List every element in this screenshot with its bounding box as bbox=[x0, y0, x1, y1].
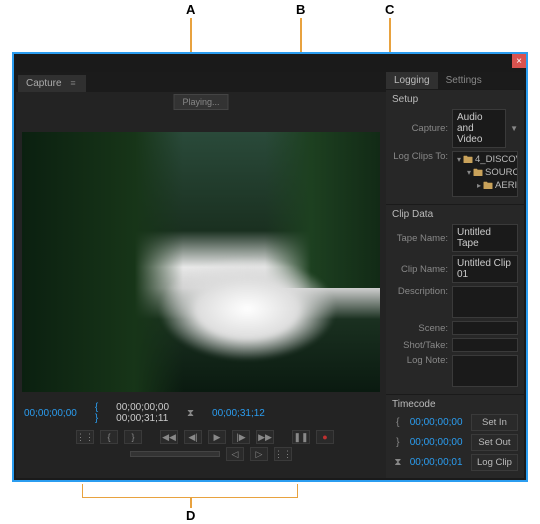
out-brace-icon: } bbox=[392, 437, 404, 448]
timecode-title: Timecode bbox=[392, 399, 518, 410]
tc-in[interactable]: 00;00;00;00 bbox=[116, 402, 169, 413]
clipdata-title: Clip Data bbox=[392, 209, 518, 220]
callout-A: A bbox=[186, 2, 195, 17]
callout-B: B bbox=[296, 2, 305, 17]
tc-in-value[interactable]: 00;00;00;00 bbox=[410, 417, 465, 428]
record-btn[interactable]: ● bbox=[316, 430, 334, 444]
jog-right-btn[interactable]: ▷ bbox=[250, 447, 268, 461]
tape-name-input[interactable]: Untitled Tape bbox=[452, 224, 518, 252]
close-button[interactable]: × bbox=[512, 54, 526, 68]
set-in-button[interactable]: Set In bbox=[471, 414, 518, 431]
left-tab-bar: Capture ≡ bbox=[16, 72, 386, 92]
setup-title: Setup bbox=[392, 94, 518, 105]
tab-settings[interactable]: Settings bbox=[438, 72, 490, 89]
play-btn[interactable]: ▶ bbox=[208, 430, 226, 444]
project-tree[interactable]: ▾🖿4_DISCOVERY.prproj ▾🖿SOURCE ▸🖿AERIAL bbox=[452, 151, 518, 197]
slate-icon[interactable]: ⋮⋮ bbox=[76, 430, 94, 444]
tc-brace-out: } bbox=[95, 413, 98, 424]
callout-D: D bbox=[186, 508, 195, 523]
callout-line-D bbox=[190, 498, 192, 508]
shot-take-input[interactable] bbox=[452, 338, 518, 352]
tab-capture[interactable]: Capture ≡ bbox=[18, 75, 86, 92]
description-label: Description: bbox=[392, 286, 448, 297]
tc-duration[interactable]: 00;00;31;12 bbox=[212, 408, 265, 419]
tc-out-value[interactable]: 00;00;00;00 bbox=[410, 437, 465, 448]
tc-dur-icon: ⧗ bbox=[187, 408, 194, 419]
tc-current[interactable]: 00;00;00;00 bbox=[24, 408, 77, 419]
tab-logging[interactable]: Logging bbox=[386, 72, 438, 89]
tree-child-1: SOURCE bbox=[485, 167, 518, 179]
capture-label: Capture: bbox=[392, 123, 448, 134]
set-in-btn[interactable]: { bbox=[100, 430, 118, 444]
clip-name-label: Clip Name: bbox=[392, 264, 448, 275]
timecode-strip: 00;00;00;00 { } 00;00;00;00 00;00;31;11 … bbox=[16, 396, 386, 428]
tab-capture-label: Capture bbox=[26, 78, 62, 89]
log-clip-button[interactable]: Log Clip bbox=[471, 454, 518, 471]
right-tab-bar: Logging Settings bbox=[386, 72, 524, 89]
section-setup: Setup Capture: Audio and Video ▼ Log Cli… bbox=[386, 89, 524, 204]
logging-pane: Logging Settings Setup Capture: Audio an… bbox=[386, 72, 524, 478]
dur-icon: ⧗ bbox=[392, 457, 404, 468]
log-note-input[interactable] bbox=[452, 355, 518, 387]
pause-btn[interactable]: ❚❚ bbox=[292, 430, 310, 444]
step-back-btn[interactable]: ◀| bbox=[184, 430, 202, 444]
tape-name-label: Tape Name: bbox=[392, 233, 448, 244]
log-note-label: Log Note: bbox=[392, 355, 448, 366]
shuttle-icon[interactable]: ⋮⋮ bbox=[274, 447, 292, 461]
tc-brace-in: { bbox=[95, 402, 98, 413]
step-fwd-btn[interactable]: |▶ bbox=[232, 430, 250, 444]
capture-preview-pane: Capture ≡ Playing... 00;00;00;00 { } bbox=[16, 72, 386, 478]
chevron-down-icon: ▼ bbox=[510, 124, 518, 133]
tree-root: 4_DISCOVERY.prproj bbox=[475, 154, 518, 166]
scene-label: Scene: bbox=[392, 323, 448, 334]
set-out-btn[interactable]: } bbox=[124, 430, 142, 444]
video-preview[interactable] bbox=[22, 132, 380, 392]
capture-dropdown[interactable]: Audio and Video bbox=[452, 109, 506, 148]
tc-out[interactable]: 00;00;31;11 bbox=[116, 413, 169, 424]
tree-child-2: AERIAL bbox=[495, 180, 518, 192]
log-clips-to-label: Log Clips To: bbox=[392, 151, 448, 162]
tc-dur-value[interactable]: 00;00;00;01 bbox=[410, 457, 465, 468]
preview-decor bbox=[158, 257, 337, 361]
transport-controls: ⋮⋮ { } ◀◀ ◀| ▶ |▶ ▶▶ ❚❚ ● bbox=[16, 428, 386, 467]
tab-menu-icon[interactable]: ≡ bbox=[70, 78, 75, 88]
section-clip-data: Clip Data Tape Name: Untitled Tape Clip N… bbox=[386, 204, 524, 394]
fast-fwd-btn[interactable]: ▶▶ bbox=[256, 430, 274, 444]
callout-bracket-D bbox=[82, 484, 298, 498]
scene-input[interactable] bbox=[452, 321, 518, 335]
description-input[interactable] bbox=[452, 286, 518, 318]
rewind-btn[interactable]: ◀◀ bbox=[160, 430, 178, 444]
set-out-button[interactable]: Set Out bbox=[471, 434, 518, 451]
section-timecode: Timecode {00;00;00;00 Set In } 00;00;00;00… bbox=[386, 394, 524, 478]
callout-C: C bbox=[385, 2, 394, 17]
shot-take-label: Shot/Take: bbox=[392, 340, 448, 351]
capture-panel-window: × Capture ≡ Playing... 00;00;00;00 bbox=[12, 52, 528, 482]
in-brace-icon: { bbox=[392, 417, 404, 428]
status-playing: Playing... bbox=[173, 94, 228, 110]
shuttle-slider[interactable] bbox=[130, 451, 220, 457]
jog-left-btn[interactable]: ◁ bbox=[226, 447, 244, 461]
clip-name-input[interactable]: Untitled Clip 01 bbox=[452, 255, 518, 283]
